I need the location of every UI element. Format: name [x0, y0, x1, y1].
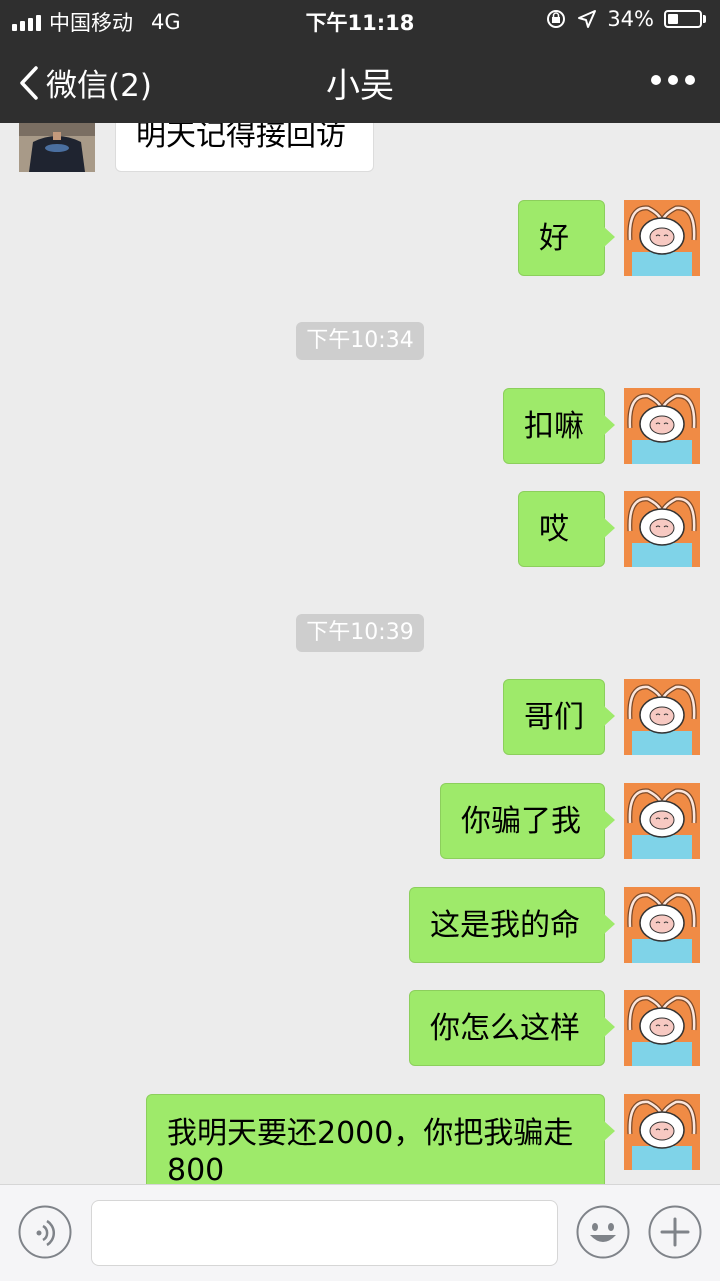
- avatar-cartoon: [624, 200, 700, 276]
- message-bubble-outgoing[interactable]: 哎: [518, 491, 615, 567]
- timestamp: 下午10:39: [296, 614, 424, 652]
- status-bar: 中国移动 4G 下午11:18 34%: [0, 0, 720, 40]
- avatar-cartoon: [624, 679, 700, 755]
- message-bubble-outgoing[interactable]: 你怎么这样: [409, 990, 615, 1066]
- message-text: 你骗了我: [461, 804, 581, 839]
- contact-avatar[interactable]: [19, 123, 95, 172]
- message-text: 我明天要还2000，你把我骗走800: [167, 1116, 574, 1184]
- battery-icon: [664, 10, 706, 28]
- timestamp: 下午10:34: [296, 322, 424, 360]
- message-bubble-outgoing[interactable]: 哥们: [503, 679, 615, 755]
- my-avatar[interactable]: [624, 491, 700, 567]
- message-bubble-incoming[interactable]: 明天记得接回访: [115, 123, 374, 172]
- plus-icon[interactable]: [648, 1205, 702, 1259]
- input-bar: [0, 1184, 720, 1281]
- contact-photo: [19, 123, 95, 172]
- status-right: 34%: [545, 7, 706, 31]
- message-text: 好: [539, 221, 569, 256]
- my-avatar[interactable]: [624, 887, 700, 963]
- my-avatar[interactable]: [624, 990, 700, 1066]
- more-dots-icon[interactable]: [650, 65, 696, 95]
- chat-header: 微信(2) 小吴: [0, 40, 720, 123]
- my-avatar[interactable]: [624, 679, 700, 755]
- chat-title: 小吴: [326, 66, 394, 106]
- message-text: 明天记得接回访: [136, 123, 346, 153]
- message-bubble-outgoing[interactable]: 这是我的命: [409, 887, 615, 963]
- avatar-cartoon: [624, 1094, 700, 1170]
- message-input[interactable]: [91, 1200, 558, 1266]
- message-bubble-outgoing[interactable]: 扣嘛: [503, 388, 615, 464]
- voice-icon[interactable]: [18, 1205, 72, 1259]
- my-avatar[interactable]: [624, 783, 700, 859]
- message-text: 这是我的命: [430, 908, 580, 943]
- message-bubble-outgoing[interactable]: 好: [518, 200, 615, 276]
- avatar-cartoon: [624, 783, 700, 859]
- message-text: 哎: [539, 512, 569, 547]
- rotation-lock-icon: [547, 10, 566, 28]
- message-list[interactable]: 明天记得接回访 好 下午10:34 扣嘛 哎 下午10:39 哥们 你骗了我 这…: [0, 123, 720, 1184]
- message-bubble-outgoing[interactable]: 你骗了我: [440, 783, 615, 859]
- avatar-cartoon: [624, 990, 700, 1066]
- my-avatar[interactable]: [624, 200, 700, 276]
- my-avatar[interactable]: [624, 388, 700, 464]
- avatar-cartoon: [624, 491, 700, 567]
- message-text: 哥们: [524, 700, 584, 735]
- message-bubble-outgoing[interactable]: 我明天要还2000，你把我骗走800: [146, 1094, 615, 1184]
- avatar-cartoon: [624, 887, 700, 963]
- my-avatar[interactable]: [624, 1094, 700, 1170]
- emoji-icon[interactable]: [576, 1205, 630, 1259]
- message-text: 扣嘛: [524, 409, 584, 444]
- location-icon: [578, 10, 597, 28]
- message-text: 你怎么这样: [430, 1011, 580, 1046]
- avatar-cartoon: [624, 388, 700, 464]
- battery-percent: 34%: [607, 7, 654, 31]
